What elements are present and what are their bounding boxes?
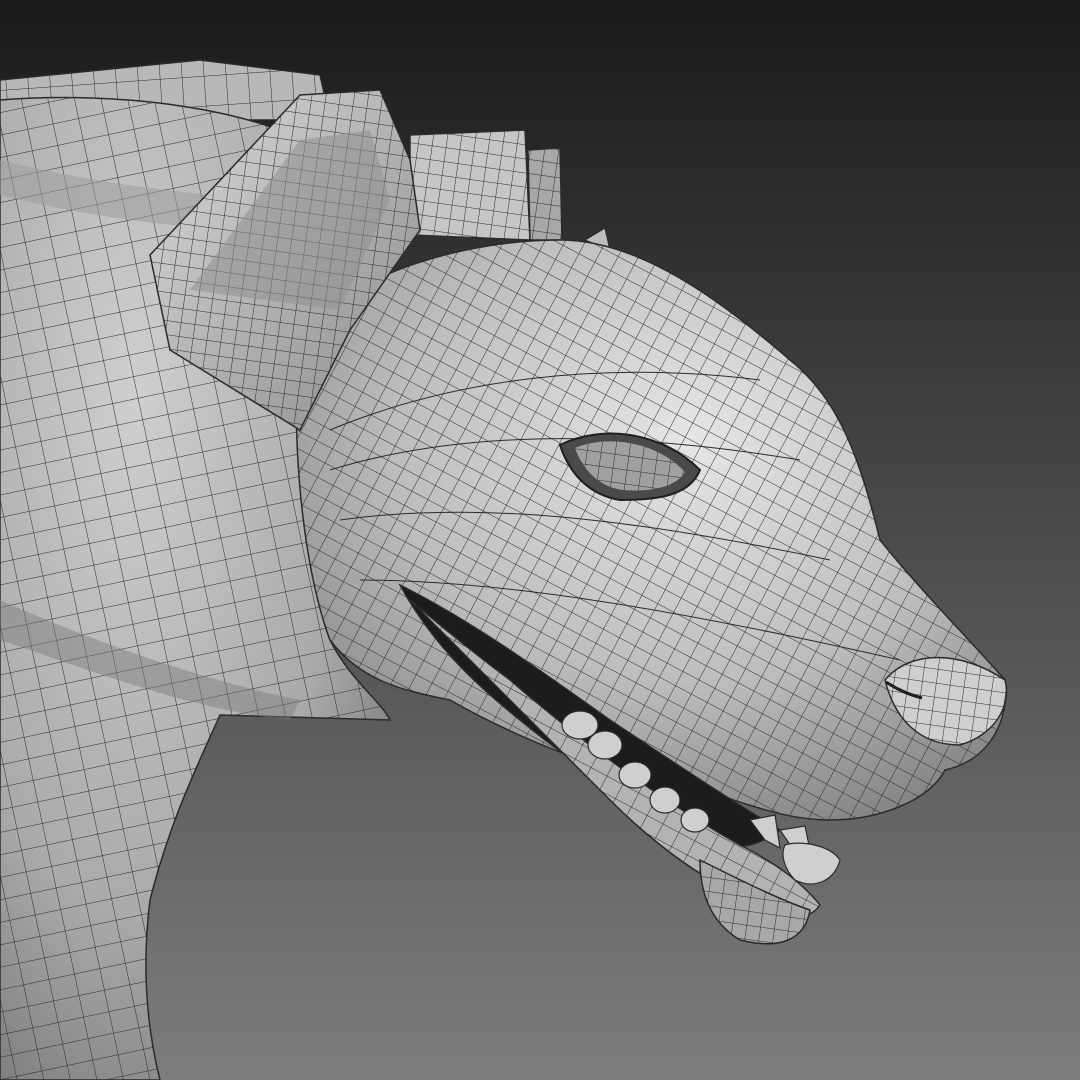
render-viewport: [0, 0, 1080, 1080]
hyena-wireframe-render: [0, 0, 1080, 1080]
